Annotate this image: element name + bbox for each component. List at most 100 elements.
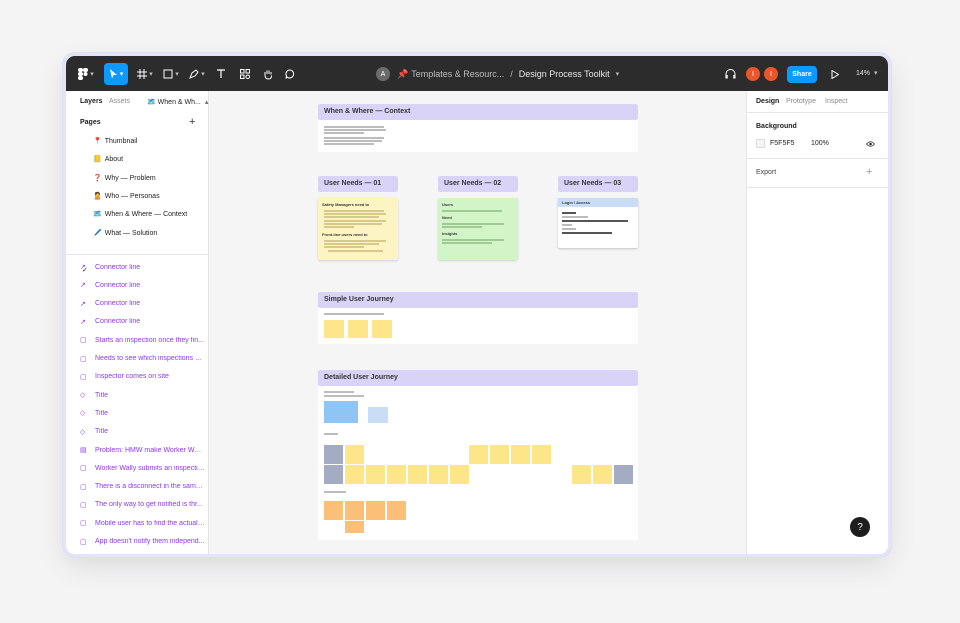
background-hex-input[interactable]: F5F5F5 <box>770 140 795 147</box>
sticky-note[interactable] <box>324 465 343 484</box>
layer-item[interactable]: ▢ Mobile user has to find the actual r... <box>80 517 205 529</box>
tab-prototype[interactable]: Prototype <box>786 98 816 105</box>
audio-button[interactable] <box>722 63 738 85</box>
shape-tool-button[interactable]: ▾ <box>160 63 182 85</box>
page-item[interactable]: ❓ Why — Problem <box>93 174 205 182</box>
sticky-note[interactable] <box>469 445 488 464</box>
layer-item[interactable]: ▤ Problem: HMW make Worker Wally... <box>80 444 205 456</box>
sticky-note[interactable] <box>366 465 385 484</box>
canvas[interactable]: When & Where — Context User Needs — 01 U… <box>209 91 746 554</box>
layer-item[interactable]: ▢ Starts an inspection once they fin... <box>80 334 205 346</box>
sticky-note[interactable] <box>345 521 364 533</box>
breadcrumb-file-name[interactable]: Design Process Toolkit <box>519 69 610 79</box>
sticky-note[interactable] <box>372 320 392 338</box>
hand-icon <box>264 70 272 80</box>
add-page-icon[interactable]: + <box>189 117 195 128</box>
layer-label: Title <box>95 409 108 417</box>
layer-item[interactable]: ▢ Needs to see which inspections ar... <box>80 353 205 365</box>
layer-item[interactable]: ↗ Connector line <box>80 279 205 291</box>
sticky-note[interactable] <box>490 445 509 464</box>
layer-item[interactable]: ↗ Connector line <box>80 316 205 328</box>
persona-sticky[interactable] <box>324 401 358 423</box>
sticky-note[interactable] <box>345 445 364 464</box>
collaborator-avatar[interactable]: I <box>746 67 760 81</box>
main-menu-button[interactable]: ▾ <box>74 63 98 85</box>
layer-item[interactable]: ▢ The only way to get notified is thr... <box>80 499 205 511</box>
text-tool-button[interactable] <box>212 63 230 85</box>
sticky-note[interactable] <box>324 445 343 464</box>
user-needs-02-card[interactable]: Users Need Insights <box>438 198 518 260</box>
sticky-note[interactable] <box>345 465 364 484</box>
breadcrumb-project[interactable]: Templates & Resourc... <box>411 69 504 79</box>
current-page-selector[interactable]: 🗺️ When & Wh... ▴ <box>147 98 208 106</box>
sticky-note[interactable] <box>593 465 612 484</box>
user-needs-03-label[interactable]: User Needs — 03 <box>558 176 638 192</box>
sticky-note[interactable] <box>572 465 591 484</box>
add-export-icon[interactable]: + <box>866 167 872 178</box>
background-swatch[interactable] <box>756 139 765 148</box>
layer-item[interactable]: ◇ Title <box>80 426 205 438</box>
sticky-note[interactable] <box>532 445 551 464</box>
page-item[interactable]: 📍 Thumbnail <box>93 137 205 145</box>
sticky-icon: ▢ <box>80 465 87 473</box>
user-needs-02-label[interactable]: User Needs — 02 <box>438 176 518 192</box>
detailed-journey-section[interactable]: Detailed User Journey <box>318 370 638 540</box>
team-avatar[interactable]: A <box>376 67 390 81</box>
collaborator-avatar[interactable]: I <box>764 67 778 81</box>
layer-item[interactable]: ↗ Connector line <box>80 298 205 310</box>
comment-tool-button[interactable] <box>281 63 299 85</box>
pen-tool-button[interactable]: ▾ <box>186 63 208 85</box>
panel-divider <box>747 187 888 188</box>
tab-inspect[interactable]: Inspect <box>825 98 848 105</box>
sticky-note[interactable] <box>450 465 469 484</box>
sticky-note[interactable] <box>614 465 633 484</box>
chevron-down-icon[interactable]: ▾ <box>616 70 620 78</box>
layer-label: App doesn't notify them independ... <box>95 538 205 545</box>
sticky-icon: ▢ <box>80 538 87 546</box>
layer-item[interactable]: ▢ Worker Wally submits an inspectio... <box>80 462 205 474</box>
move-tool-button[interactable]: ▾ <box>104 63 128 85</box>
tab-design[interactable]: Design <box>756 98 779 105</box>
background-opacity-input[interactable]: 100% <box>811 140 829 147</box>
layer-item[interactable]: ▢ App doesn't notify them independ... <box>80 536 205 548</box>
sticky-note[interactable] <box>324 320 344 338</box>
tab-assets[interactable]: Assets <box>109 98 130 105</box>
simple-journey-section[interactable]: Simple User Journey <box>318 292 638 344</box>
present-button[interactable] <box>828 63 842 85</box>
context-section[interactable]: When & Where — Context <box>318 104 638 152</box>
layer-item[interactable]: ◇ Title <box>80 389 205 401</box>
sticky-note[interactable] <box>429 465 448 484</box>
page-item[interactable]: 📒 About <box>93 155 205 163</box>
hand-tool-button[interactable] <box>259 63 277 85</box>
page-item[interactable]: 🗺️ When & Where — Context <box>93 210 205 218</box>
help-button[interactable]: ? <box>850 517 870 537</box>
tab-layers[interactable]: Layers <box>80 98 103 105</box>
resources-tool-button[interactable] <box>236 63 254 85</box>
sticky-note[interactable] <box>348 320 368 338</box>
text-line <box>324 216 379 218</box>
sticky-note[interactable] <box>387 465 406 484</box>
sticky-icon: ▢ <box>80 483 87 491</box>
layer-item[interactable]: ↗ Connector line <box>80 261 205 273</box>
layer-item[interactable]: ▢ Inspector comes on site <box>80 371 205 383</box>
sticky-note[interactable] <box>366 501 385 520</box>
persona-sticky[interactable] <box>368 407 388 423</box>
sticky-note[interactable] <box>511 445 530 464</box>
sticky-note[interactable] <box>408 465 427 484</box>
frame-tool-button[interactable]: ▾ <box>134 63 156 85</box>
user-needs-03-card[interactable]: Login / Access <box>558 198 638 248</box>
user-needs-01-label[interactable]: User Needs — 01 <box>318 176 398 192</box>
zoom-dropdown[interactable]: 14% ▾ <box>856 69 877 77</box>
layer-item[interactable]: ▢ There is a disconnect in the same ... <box>80 481 205 493</box>
sticky-note[interactable] <box>387 501 406 520</box>
page-item[interactable]: 🙎 Who — Personas <box>93 192 205 200</box>
layer-label: Title <box>95 428 108 436</box>
sticky-note[interactable] <box>324 501 343 520</box>
user-needs-01-card[interactable]: Safety Managers need to Front-line users… <box>318 198 398 260</box>
eye-icon[interactable] <box>866 141 875 147</box>
page-item[interactable]: 🖊️ What — Solution <box>93 229 205 237</box>
layer-label: There is a disconnect in the same ... <box>95 483 205 491</box>
sticky-note[interactable] <box>345 501 364 520</box>
layer-item[interactable]: ◇ Title <box>80 407 205 419</box>
share-button[interactable]: Share <box>787 66 817 83</box>
